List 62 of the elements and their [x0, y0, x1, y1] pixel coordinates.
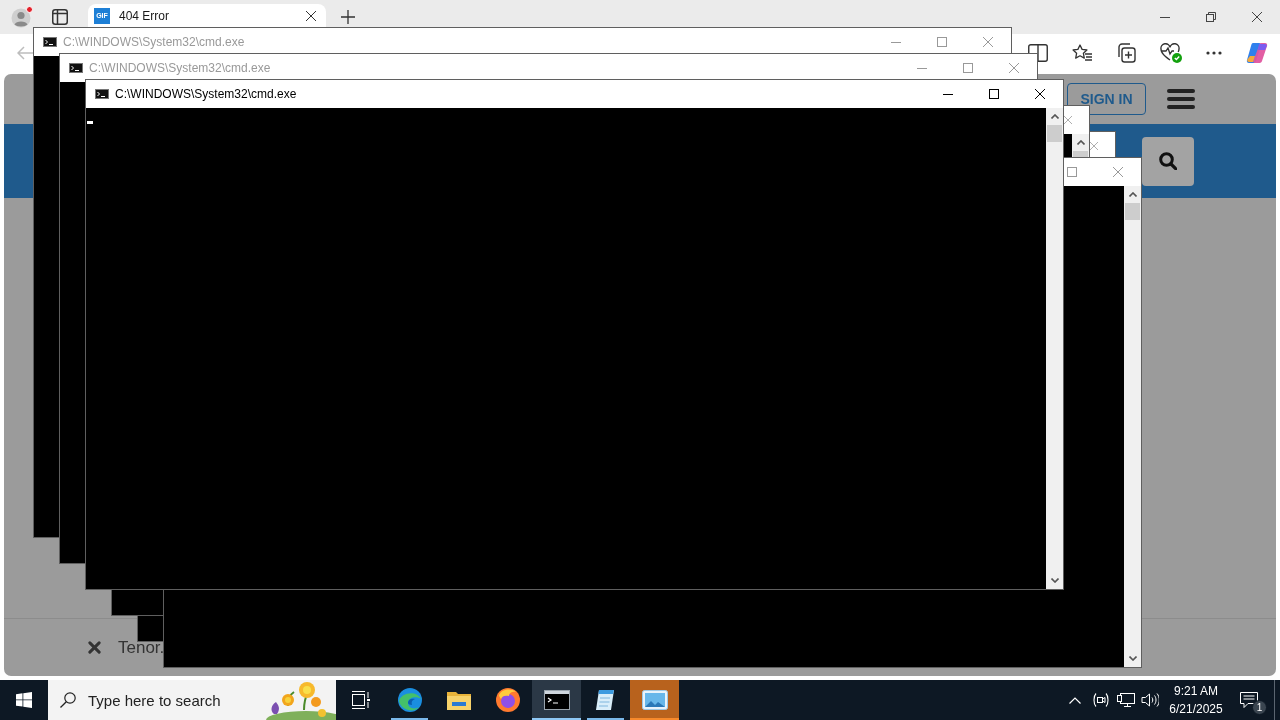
close-icon [1009, 63, 1019, 73]
close-icon [1064, 116, 1072, 124]
banner-text: Tenor. [118, 636, 165, 659]
chevron-up-icon[interactable] [1069, 696, 1081, 704]
close-icon [1090, 142, 1098, 150]
console-icon [43, 37, 57, 47]
windows-icon [16, 692, 32, 708]
tab-actions-icon[interactable] [52, 9, 68, 25]
minimize-icon [917, 67, 927, 69]
heart-check-icon[interactable] [1160, 43, 1182, 63]
close-icon [1035, 89, 1045, 99]
window-title: C:\WINDOWS\System32\cmd.exe [89, 62, 271, 74]
chevron-down-icon [1050, 578, 1059, 583]
firefox-icon[interactable] [495, 688, 520, 712]
more-icon[interactable] [1206, 51, 1222, 55]
tab-title: 404 Error [119, 7, 170, 25]
close-tab-icon [306, 10, 316, 21]
new-tab-icon[interactable] [341, 10, 355, 24]
copilot-icon[interactable] [1246, 42, 1268, 64]
network-icon[interactable] [1117, 692, 1135, 708]
window-title: C:\WINDOWS\System32\cmd.exe [63, 36, 245, 48]
minimize-icon [1160, 16, 1170, 18]
text-cursor [87, 121, 93, 124]
maximize-icon [1067, 167, 1077, 177]
folder-icon[interactable] [446, 690, 471, 710]
profile-icon[interactable] [11, 6, 33, 28]
close-icon[interactable] [88, 641, 101, 654]
favorites-icon[interactable] [1072, 44, 1092, 62]
window-title: C:\WINDOWS\System32\cmd.exe [115, 88, 297, 100]
chevron-up-icon [1128, 192, 1137, 197]
camera-icon[interactable] [1093, 692, 1109, 708]
console-icon [69, 63, 83, 73]
console-icon [95, 89, 109, 99]
notification-count: 1 [1252, 700, 1267, 715]
chevron-up-icon [1076, 140, 1085, 145]
search-button[interactable] [1142, 136, 1194, 186]
maximize-icon [963, 63, 973, 73]
maximize-icon [937, 37, 947, 47]
taskbar-app[interactable] [532, 680, 581, 720]
chevron-up-icon [1050, 114, 1059, 119]
clock-button[interactable]: 9:21 AM 6/21/2025 [1161, 680, 1231, 720]
menu-icon[interactable] [1167, 89, 1195, 109]
restore-icon [1206, 12, 1216, 22]
maximize-icon [989, 89, 999, 99]
close-icon [1113, 167, 1123, 177]
close-icon [1252, 12, 1262, 22]
notification-icon[interactable] [1240, 692, 1258, 708]
task-view-icon[interactable] [350, 691, 371, 709]
terminal-icon[interactable] [543, 690, 570, 710]
volume-icon[interactable] [1141, 692, 1159, 708]
scrollbar-thumb[interactable] [1125, 203, 1140, 220]
search-icon [1159, 152, 1177, 170]
collections-icon[interactable] [1116, 43, 1136, 63]
search-icon [60, 692, 76, 708]
minimize-icon [943, 93, 953, 95]
search-field[interactable]: Type here to search [48, 680, 336, 720]
picture-icon[interactable] [641, 690, 668, 710]
edge-icon[interactable] [397, 688, 422, 712]
chevron-down-icon [1128, 656, 1137, 661]
close-icon [983, 37, 993, 47]
minimize-icon [891, 41, 901, 43]
scrollbar-thumb[interactable] [1047, 125, 1062, 142]
